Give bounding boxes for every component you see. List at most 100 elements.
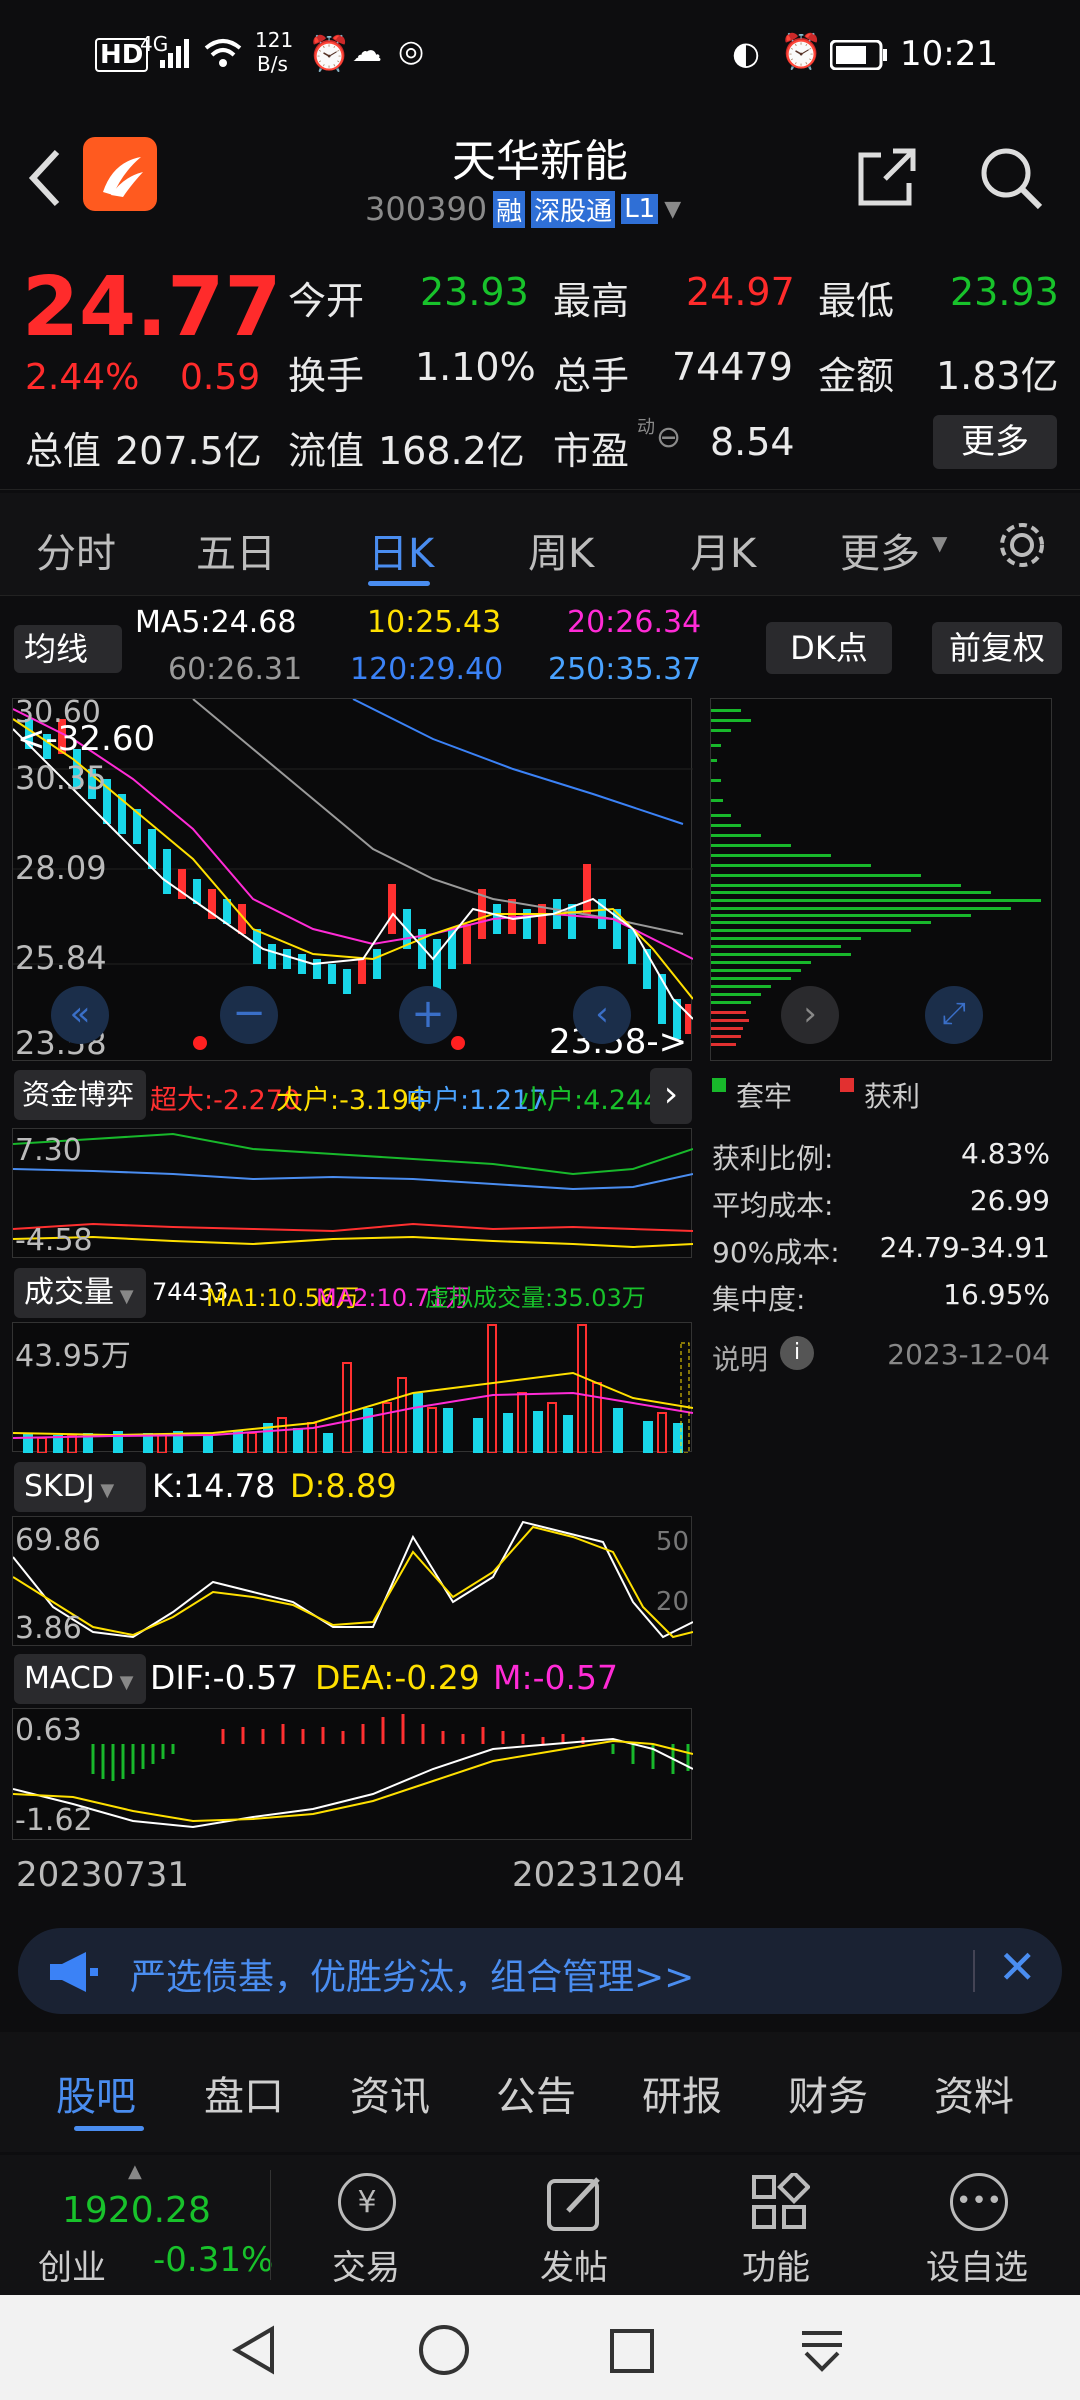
tab-five-day[interactable]: 五日 [196,521,276,579]
event-marker[interactable] [451,1036,465,1050]
share-icon[interactable] [855,145,919,209]
ma5-value: MA5:24.68 [135,605,297,640]
volume-chart: 43.95万 [12,1322,693,1453]
tab-research[interactable]: 研报 [642,2064,722,2122]
pe-info-icon[interactable]: ⊖ [656,420,681,455]
settings-gear-icon[interactable] [995,518,1049,572]
tab-profile[interactable]: 资料 [934,2064,1014,2122]
chip-date: 2023-12-04 [887,1338,1050,1371]
zoom-out-icon[interactable]: − [220,986,278,1044]
info-tabs: 股吧 盘口 资讯 公告 研报 财务 资料 [0,2032,1080,2152]
promo-text: 严选债基，优胜劣汰，组合管理>> [130,1957,695,1998]
period-tabs: 分时 五日 日K 周K 月K 更多 ▼ [0,493,1080,596]
close-icon[interactable]: ✕ [998,1940,1037,1994]
float-label: 流值 [288,429,365,473]
signal-icon [160,39,189,68]
trade-icon: ¥ [338,2173,396,2231]
ma-selector[interactable]: 均线 [14,625,122,673]
tab-monthly-k[interactable]: 月K [690,521,756,579]
quote-panel: 24.77 2.44% 0.59 总值 207.5亿 今开 23.93 最高 2… [0,245,1080,490]
capital-big: 大户:-3.196 [276,1085,427,1116]
chip-note-label[interactable]: 说明 [712,1338,768,1378]
profit-ratio-value: 4.83% [961,1137,1050,1170]
nav-recents-icon[interactable] [608,2327,656,2375]
turnover-label: 换手 [288,354,365,398]
post-button[interactable]: 发帖 [498,2155,658,2295]
dropdown-icon[interactable]: ▼ [664,197,681,222]
status-bar: HD 4G 121 B/s ⏰ ☁ ◎ ◐ ⏰ 10:21 [0,0,1080,110]
info-icon[interactable]: i [780,1336,814,1370]
volume-value: 74479 [672,345,793,389]
adjust-mode-button[interactable]: 前复权 [932,622,1062,674]
trade-button[interactable]: ¥ 交易 [290,2155,450,2295]
macd-y-top: 0.63 [15,1713,82,1748]
kline-chart[interactable]: 30.60 <-32.60 30.35 28.09 25.84 23.58 23… [12,695,693,1062]
chip-scroll-right-icon[interactable]: › [781,986,839,1044]
chip-distribution-chart: › ⤢ [710,698,1052,1061]
skdj-y-top: 69.86 [15,1523,101,1558]
alarm-icon: ⏰ [308,34,351,74]
nav-dropdown-icon[interactable] [796,2325,848,2377]
tab-weekly-k[interactable]: 周K [528,521,594,579]
search-icon[interactable] [978,145,1044,211]
tab-news[interactable]: 资讯 [350,2064,430,2122]
more-dots-icon: ••• [950,2173,1008,2231]
promo-banner[interactable]: 严选债基，优胜劣汰，组合管理>> ✕ [18,1928,1062,2014]
scroll-left-icon[interactable]: ‹ [573,986,631,1044]
battery-icon [830,40,887,70]
action-bar: ▲ 1920.28 创业 -0.31% ¥ 交易 发帖 功能 ••• 设自选 [0,2155,1080,2295]
profit-ratio-label: 获利比例: [712,1142,834,1175]
volume-y-top: 43.95万 [15,1339,131,1374]
tab-daily-k[interactable]: 日K [368,521,434,579]
macd-dea: DEA:-0.29 [315,1658,480,1697]
high-value: 24.97 [686,270,795,314]
capital-y-bottom: -4.58 [15,1223,93,1258]
capital-indicator-selector[interactable]: 资金博弈 ▼ [14,1070,146,1163]
capital-series-line [13,1235,693,1249]
ma60-line [192,699,684,935]
float-value: 168.2亿 [378,429,525,473]
nav-home-icon[interactable] [417,2323,471,2377]
open-value: 23.93 [420,270,529,314]
capital-series-line [13,1132,693,1176]
tab-orderbook[interactable]: 盘口 [204,2064,284,2122]
dk-point-button[interactable]: DK点 [766,622,892,674]
skdj-level-20: 20 [655,1587,689,1617]
tab-forum[interactable]: 股吧 [56,2064,136,2122]
scroll-left-fast-icon[interactable]: « [51,986,109,1044]
tab-intraday[interactable]: 分时 [36,521,116,579]
functions-button[interactable]: 功能 [700,2155,860,2295]
expand-icon[interactable]: ⤢ [925,986,983,1044]
more-button[interactable]: 更多 [933,415,1057,469]
zoom-in-icon[interactable]: + [399,986,457,1044]
skdj-d: D:8.89 [290,1467,397,1505]
macd-selector-label: MACD [24,1661,114,1696]
trade-label: 交易 [332,2248,400,2288]
capital-series-line [13,1222,693,1233]
tab-more[interactable]: 更多 [840,521,920,579]
net-speed: 121 [255,28,294,52]
index-expand-icon: ▲ [128,2161,142,2182]
add-watchlist-button[interactable]: ••• 设自选 [900,2155,1080,2295]
tab-finance[interactable]: 财务 [788,2064,868,2122]
more-dropdown-icon: ▼ [932,531,948,555]
nav-back-icon[interactable] [230,2325,280,2375]
ma120-value: 120:29.40 [350,652,504,687]
tab-announcements[interactable]: 公告 [496,2064,576,2122]
stock-header: 天华新能 300390 融 深股通 L1 ▼ [0,110,1080,240]
capital-next-icon[interactable]: › [650,1068,692,1124]
macd-y-bottom: -1.62 [15,1803,93,1838]
skdj-level-50: 50 [655,1527,689,1557]
macd-indicator-selector[interactable]: MACD ▼ [14,1654,146,1704]
functions-label: 功能 [742,2248,810,2288]
sgt-badge: 深股通 [531,190,616,228]
net-speed-unit: B/s [257,52,288,76]
index-ticker[interactable]: ▲ 1920.28 创业 -0.31% [0,2155,273,2295]
skdj-indicator-selector[interactable]: SKDJ ▼ [14,1462,146,1512]
capital-flow-chart: 7.30 -4.58 [12,1128,693,1258]
megaphone-icon [50,1952,98,1992]
amount-label: 金额 [818,354,895,398]
kline-y-label: 30.35 [15,759,107,797]
volume-indicator-selector[interactable]: 成交量 ▼ [14,1268,146,1318]
event-marker[interactable] [193,1036,207,1050]
